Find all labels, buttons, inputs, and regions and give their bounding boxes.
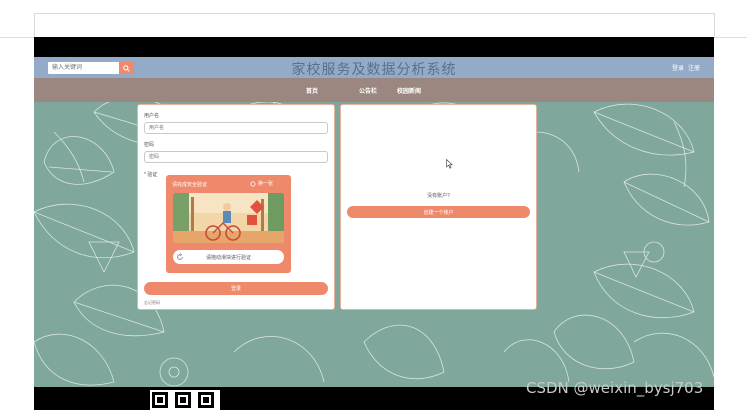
slider-hint: 请拖动滑块进行验证 [205,255,251,261]
register-card: 没有账户? 创建一个账户 [340,104,537,310]
password-input[interactable] [144,151,328,163]
username-input[interactable] [144,122,328,134]
captcha-refresh-label: 换一张 [258,181,274,187]
refresh-icon [250,180,256,187]
password-label: 密码 [144,142,155,148]
register-link[interactable]: 注册 [688,63,700,72]
top-band [34,37,714,57]
site-title: 家校服务及数据分析系统 [291,62,457,78]
create-account-button[interactable]: 创建一个账户 [347,206,530,218]
captcha-title: 请完成安全验证 [172,182,208,188]
forgot-password-link[interactable]: 忘记密码 [144,300,160,306]
captcha-slider[interactable]: 请拖动滑块进行验证 [173,250,284,264]
qr-code-image [150,390,220,410]
login-link[interactable]: 登录 [672,63,684,72]
watermark-text: CSDN @weixin_bysj703 [526,379,704,397]
captcha-image [173,193,284,243]
login-card: 用户名 密码 * 验证 请完成安全验证 换一张 [137,104,335,310]
header: 家校服务及数据分析系统 登录 注册 [34,57,714,78]
username-label: 用户名 [144,113,160,119]
nav-item-notices[interactable]: 公告栏 [359,86,377,95]
captcha-label: * 验证 [144,172,158,178]
document-frame [34,13,715,37]
nav-item-news[interactable]: 校园新闻 [397,86,421,95]
main-nav: 首页 公告栏 校园新闻 [34,78,714,102]
captcha-widget: 请完成安全验证 换一张 请拖动滑块进行验证 [166,175,291,273]
mouse-cursor-icon [446,159,453,169]
login-button[interactable]: 登录 [144,282,328,295]
auth-links: 登录 注册 [672,63,700,72]
screenshot: 家校服务及数据分析系统 登录 注册 首页 公告栏 校园新闻 [0,0,747,410]
nav-item-home[interactable]: 首页 [306,86,318,95]
no-account-text: 没有账户? [427,193,450,199]
captcha-refresh-button[interactable]: 换一张 [250,180,273,187]
